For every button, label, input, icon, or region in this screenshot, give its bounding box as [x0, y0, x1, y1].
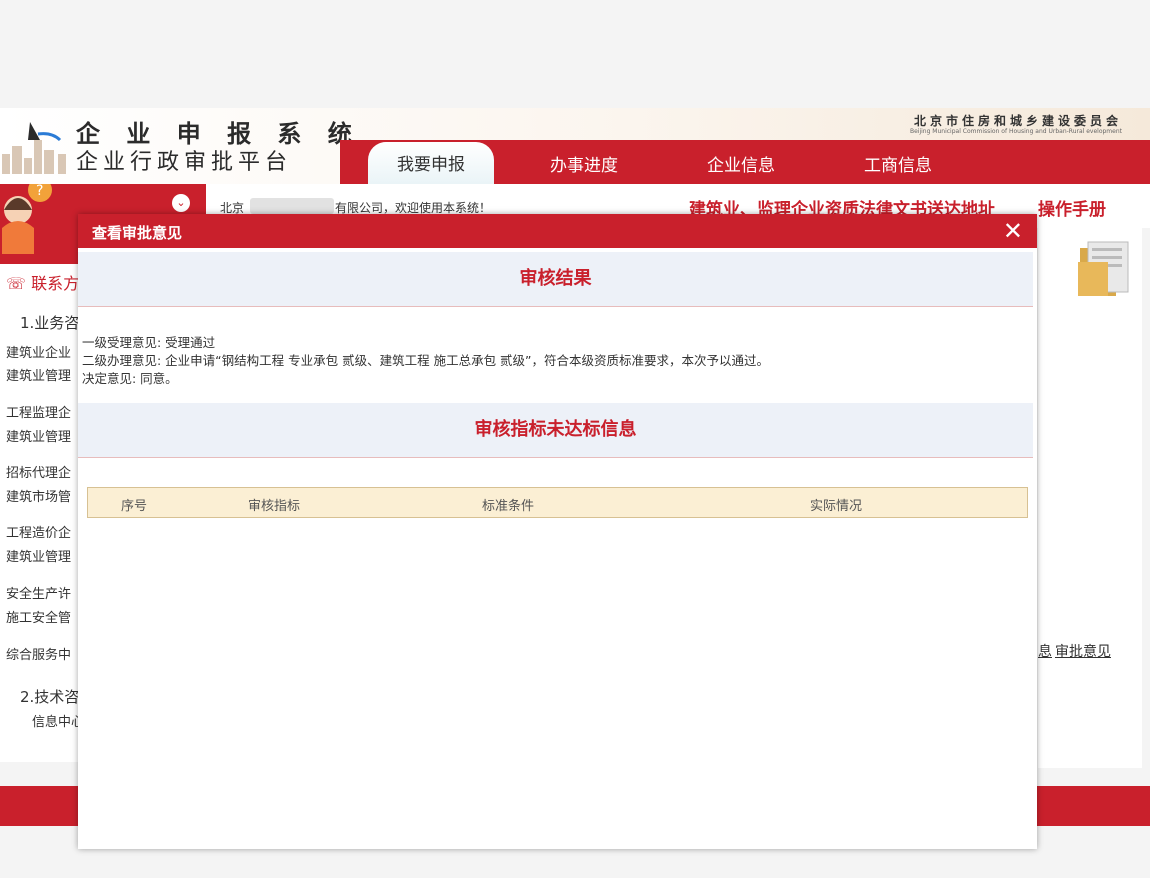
unmet-indicators-heading: 审核指标未达标信息	[78, 403, 1033, 458]
right-panel	[1038, 228, 1142, 768]
contact-line: 建筑业管理	[6, 369, 72, 384]
contact-line: 信息中心	[32, 715, 85, 730]
close-icon[interactable]: ✕	[1003, 218, 1023, 244]
contact-line: 工程监理企	[6, 406, 72, 421]
col-index: 序号	[121, 499, 148, 514]
contact-line: 施工安全管	[6, 611, 72, 626]
commission-name-en: Beijing Municipal Commission of Housing …	[909, 128, 1122, 135]
level1-opinion: 一级受理意见: 受理通过	[82, 335, 216, 350]
top-blank-area	[0, 0, 1150, 108]
contact-label: 联系方	[31, 274, 80, 293]
logo-icon	[2, 122, 66, 174]
nav-tab-apply[interactable]: 我要申报	[368, 142, 494, 184]
folder-icon	[1078, 241, 1129, 296]
manual-link[interactable]: 操作手册	[1038, 195, 1106, 220]
decision-opinion: 决定意见: 同意。	[82, 371, 178, 386]
contact-line: 建筑业企业	[6, 346, 72, 361]
col-standard: 标准条件	[482, 499, 535, 514]
contact-line: 安全生产许	[6, 587, 72, 602]
nav-tab-business-info[interactable]: 工商信息	[864, 151, 932, 176]
level2-opinion: 二级办理意见: 企业申请“钢结构工程 专业承包 贰级、建筑工程 施工总承包 贰级…	[82, 353, 770, 368]
customer-service-icon: ?	[2, 184, 52, 254]
contact-heading: ☏ 联系方	[6, 274, 80, 293]
dialog-title: 查看审批意见	[92, 224, 183, 242]
contact-line: 建筑业管理	[6, 550, 72, 565]
chevron-down-icon[interactable]: ⌄	[172, 194, 190, 212]
contact-line: 综合服务中	[6, 648, 72, 663]
contact-line: 2.技术咨	[20, 688, 80, 706]
nav-tab-enterprise-info[interactable]: 企业信息	[707, 151, 775, 176]
info-link[interactable]: 息	[1038, 641, 1052, 661]
indicator-table-header: 序号 审核指标 标准条件 实际情况	[87, 487, 1028, 518]
system-subtitle: 企业行政审批平台	[76, 150, 293, 175]
dialog-title-bar: 查看审批意见 ✕	[78, 214, 1037, 248]
contact-line: 1.业务咨	[20, 314, 80, 332]
approval-opinion-link[interactable]: 审批意见	[1055, 641, 1111, 661]
redacted-company-name	[250, 198, 334, 214]
col-indicator: 审核指标	[248, 499, 301, 514]
svg-text:?: ?	[36, 184, 43, 199]
contact-line: 建筑市场管	[6, 490, 72, 505]
nav-tab-progress[interactable]: 办事进度	[550, 151, 618, 176]
commission-name: 北京市住房和城乡建设委员会	[913, 114, 1122, 128]
contact-line: 建筑业管理	[6, 430, 72, 445]
col-actual: 实际情况	[810, 499, 863, 514]
review-result-heading: 审核结果	[78, 252, 1033, 307]
contact-line: 工程造价企	[6, 526, 72, 541]
contact-line: 招标代理企	[6, 466, 72, 481]
approval-opinion-dialog: 查看审批意见 ✕ 审核结果 一级受理意见: 受理通过 二级办理意见: 企业申请“…	[78, 214, 1037, 849]
